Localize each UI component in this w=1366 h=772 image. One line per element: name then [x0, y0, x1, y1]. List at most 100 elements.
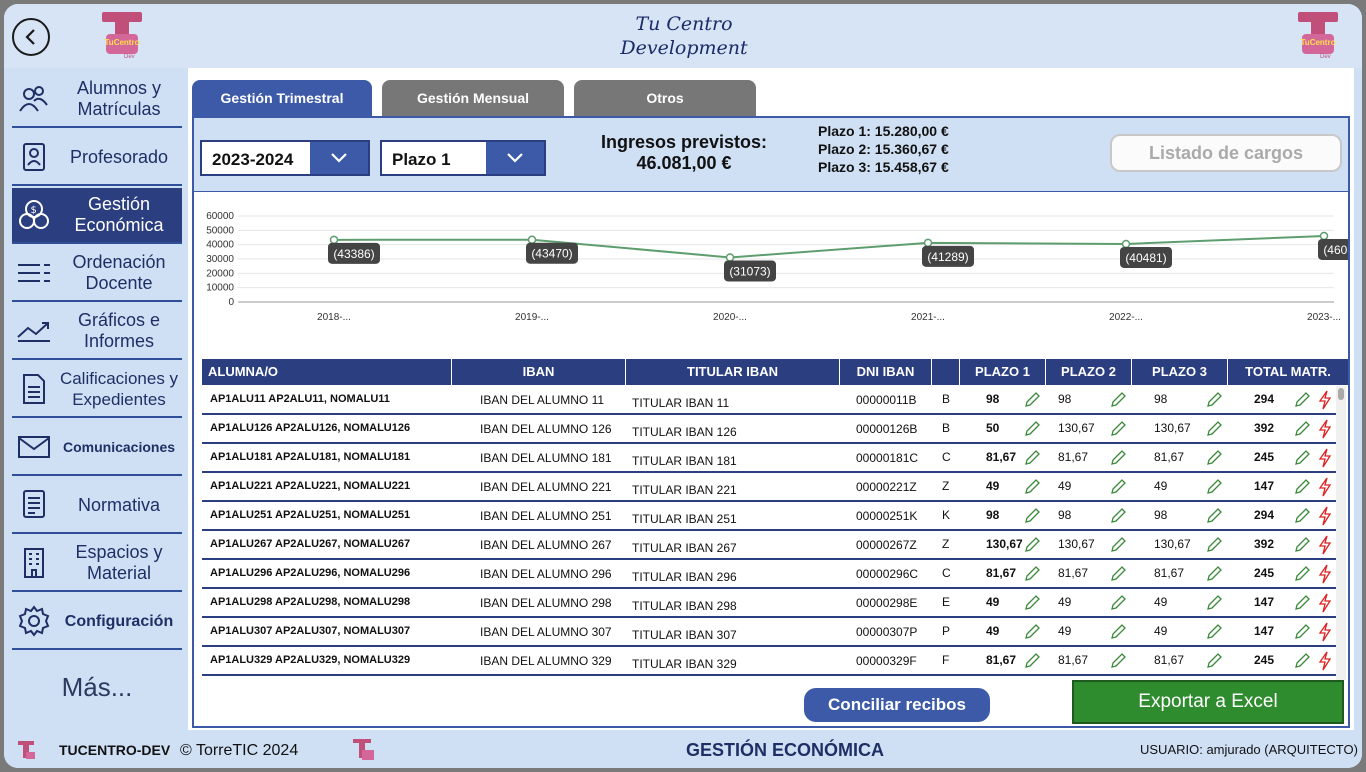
scrollbar-thumb[interactable] [1338, 388, 1344, 400]
table-row[interactable]: AP1ALU298 AP2ALU298, NOMALU298 IBAN DEL A… [202, 589, 1336, 618]
pencil-icon[interactable] [1206, 392, 1222, 408]
bolt-icon[interactable] [1318, 419, 1332, 439]
cell-total: 392 [1254, 421, 1275, 435]
bolt-icon[interactable] [1318, 622, 1332, 642]
col-dni[interactable]: DNI IBAN [840, 359, 932, 385]
pencil-icon[interactable] [1206, 566, 1222, 582]
col-titular[interactable]: TITULAR IBAN [626, 359, 840, 385]
table-row[interactable]: AP1ALU307 AP2ALU307, NOMALU307 IBAN DEL A… [202, 618, 1336, 647]
table-row[interactable]: AP1ALU221 AP2ALU221, NOMALU221 IBAN DEL A… [202, 473, 1336, 502]
pencil-icon[interactable] [1294, 624, 1310, 640]
data-label: (40481) [1125, 251, 1166, 265]
col-plazo2[interactable]: PLAZO 2 [1046, 359, 1132, 385]
tab-otros[interactable]: Otros [574, 80, 756, 116]
bolt-icon[interactable] [1318, 535, 1332, 555]
sidebar-item-graficos[interactable]: Gráficos e Informes [12, 304, 182, 360]
table-row[interactable]: AP1ALU296 AP2ALU296, NOMALU296 IBAN DEL A… [202, 560, 1336, 589]
table-row[interactable]: AP1ALU251 AP2ALU251, NOMALU251 IBAN DEL A… [202, 502, 1336, 531]
pencil-icon[interactable] [1110, 421, 1126, 437]
bolt-icon[interactable] [1318, 390, 1332, 410]
cell-name: AP1ALU296 AP2ALU296, NOMALU296 [210, 567, 411, 579]
pencil-icon[interactable] [1024, 450, 1040, 466]
more-button[interactable]: Más... [12, 672, 182, 703]
bolt-icon[interactable] [1318, 448, 1332, 468]
pencil-icon[interactable] [1206, 479, 1222, 495]
sidebar-item-profesorado[interactable]: Profesorado [12, 130, 182, 186]
col-plazo3[interactable]: PLAZO 3 [1132, 359, 1228, 385]
pencil-icon[interactable] [1206, 537, 1222, 553]
pencil-icon[interactable] [1024, 653, 1040, 669]
pencil-icon[interactable] [1294, 392, 1310, 408]
pencil-icon[interactable] [1110, 653, 1126, 669]
pencil-icon[interactable] [1206, 653, 1222, 669]
bolt-icon[interactable] [1318, 506, 1332, 526]
bolt-icon[interactable] [1318, 593, 1332, 613]
pencil-icon[interactable] [1294, 595, 1310, 611]
pencil-icon[interactable] [1024, 595, 1040, 611]
pencil-icon[interactable] [1024, 624, 1040, 640]
sidebar-item-configuracion[interactable]: Configuración [12, 594, 182, 650]
cell-p1: 98 [986, 392, 1000, 406]
col-total[interactable]: TOTAL MATR. [1228, 359, 1348, 385]
bolt-icon[interactable] [1318, 477, 1332, 497]
tab-gestion-trimestral[interactable]: Gestión Trimestral [192, 80, 372, 116]
table-row[interactable]: AP1ALU181 AP2ALU181, NOMALU181 IBAN DEL A… [202, 444, 1336, 473]
pencil-icon[interactable] [1110, 537, 1126, 553]
cell-name: AP1ALU181 AP2ALU181, NOMALU181 [210, 451, 411, 463]
pencil-icon[interactable] [1294, 537, 1310, 553]
sidebar-item-gestion-economica[interactable]: $ Gestión Económica [12, 188, 182, 244]
pencil-icon[interactable] [1294, 479, 1310, 495]
sidebar-item-comunicaciones[interactable]: Comunicaciones [12, 420, 182, 476]
listado-cargos-button[interactable]: Listado de cargos [1110, 134, 1342, 172]
cell-letter: F [942, 653, 950, 667]
bolt-icon[interactable] [1318, 564, 1332, 584]
pencil-icon[interactable] [1024, 421, 1040, 437]
tab-gestion-mensual[interactable]: Gestión Mensual [382, 80, 564, 116]
pencil-icon[interactable] [1110, 624, 1126, 640]
year-dropdown[interactable]: 2023-2024 [200, 140, 370, 176]
table-row[interactable]: AP1ALU11 AP2ALU11, NOMALU11 IBAN DEL ALUM… [202, 386, 1336, 415]
table-row[interactable]: AP1ALU329 AP2ALU329, NOMALU329 IBAN DEL A… [202, 647, 1336, 676]
pencil-icon[interactable] [1024, 566, 1040, 582]
pencil-icon[interactable] [1110, 566, 1126, 582]
sidebar-item-alumnos[interactable]: Alumnos y Matrículas [12, 72, 182, 128]
sidebar-item-espacios[interactable]: Espacios y Material [12, 536, 182, 592]
sidebar-item-normativa[interactable]: Normativa [12, 478, 182, 534]
pencil-icon[interactable] [1024, 479, 1040, 495]
pencil-icon[interactable] [1110, 508, 1126, 524]
table-row[interactable]: AP1ALU126 AP2ALU126, NOMALU126 IBAN DEL A… [202, 415, 1336, 444]
cell-dni: 00000221Z [856, 480, 917, 494]
pencil-icon[interactable] [1206, 624, 1222, 640]
cell-p1: 98 [986, 508, 1000, 522]
col-iban[interactable]: IBAN [452, 359, 626, 385]
pencil-icon[interactable] [1024, 392, 1040, 408]
pencil-icon[interactable] [1206, 508, 1222, 524]
back-button[interactable] [12, 18, 50, 56]
pencil-icon[interactable] [1206, 595, 1222, 611]
pencil-icon[interactable] [1294, 508, 1310, 524]
col-plazo1[interactable]: PLAZO 1 [960, 359, 1046, 385]
pencil-icon[interactable] [1294, 450, 1310, 466]
pencil-icon[interactable] [1110, 392, 1126, 408]
exportar-excel-button[interactable]: Exportar a Excel [1072, 680, 1344, 724]
pencil-icon[interactable] [1294, 566, 1310, 582]
pencil-icon[interactable] [1110, 479, 1126, 495]
bolt-icon[interactable] [1318, 651, 1332, 671]
table-scrollbar[interactable] [1336, 386, 1346, 680]
pencil-icon[interactable] [1024, 537, 1040, 553]
pencil-icon[interactable] [1206, 450, 1222, 466]
cell-p2: 49 [1058, 624, 1072, 638]
pencil-icon[interactable] [1024, 508, 1040, 524]
pencil-icon[interactable] [1294, 653, 1310, 669]
pencil-icon[interactable] [1110, 595, 1126, 611]
conciliar-recibos-button[interactable]: Conciliar recibos [804, 688, 990, 722]
cell-total: 245 [1254, 653, 1275, 667]
pencil-icon[interactable] [1206, 421, 1222, 437]
plazo-dropdown[interactable]: Plazo 1 [380, 140, 546, 176]
col-alumno[interactable]: ALUMNA/O [202, 359, 452, 385]
pencil-icon[interactable] [1294, 421, 1310, 437]
pencil-icon[interactable] [1110, 450, 1126, 466]
sidebar-item-ordenacion[interactable]: Ordenación Docente [12, 246, 182, 302]
table-row[interactable]: AP1ALU267 AP2ALU267, NOMALU267 IBAN DEL A… [202, 531, 1336, 560]
sidebar-item-calificaciones[interactable]: Calificaciones y Expedientes [12, 362, 182, 418]
